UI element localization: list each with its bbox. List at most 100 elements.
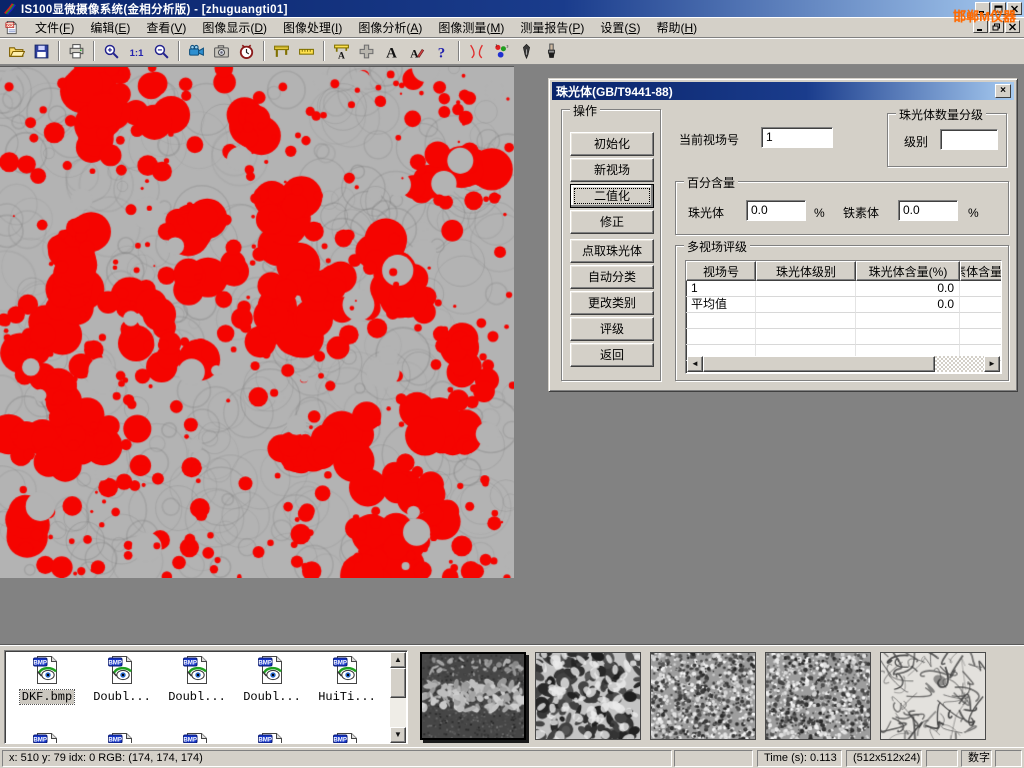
column-header-1[interactable]: 视场号: [686, 261, 756, 281]
hscroll-track[interactable]: [935, 356, 984, 372]
pen-button[interactable]: [514, 40, 539, 63]
multifield-table[interactable]: 视场号珠光体级别珠光体含量(%)铁素体含量(%) 10.0平均值0.0 ◄ ►: [685, 260, 1002, 374]
thumb-2[interactable]: [535, 652, 641, 740]
help-button[interactable]: ?: [429, 40, 454, 63]
svg-text:BMP: BMP: [33, 659, 47, 666]
dialog-title-bar[interactable]: 珠光体(GB/T9441-88) ×: [552, 82, 1014, 100]
bottom-panel: ▲ ▼ BMPDKF.bmpBMPDoubl...BMPDoubl...BMPD…: [0, 645, 1024, 747]
file-label[interactable]: Doubl...: [241, 690, 303, 704]
grid-cross-button[interactable]: [354, 40, 379, 63]
pearlite-percent-label: 珠光体: [688, 204, 724, 221]
table-row[interactable]: [686, 313, 1001, 329]
cell-r1c2: [756, 281, 856, 297]
toolbar-separator: [323, 41, 325, 61]
file-item-Doubl...[interactable]: BMPDoubl...: [86, 654, 158, 704]
menu-图像显示D[interactable]: 图像显示(D): [194, 17, 275, 38]
vscroll-thumb[interactable]: [390, 668, 406, 698]
brush-button[interactable]: [539, 40, 564, 63]
camera-button[interactable]: [209, 40, 234, 63]
op-button-4[interactable]: 修正: [570, 210, 654, 234]
menu-测量报告P[interactable]: 测量报告(P): [512, 17, 592, 38]
scroll-left-button[interactable]: ◄: [687, 356, 703, 372]
menu-文件F[interactable]: 文件(F): [27, 17, 82, 38]
op-button-1[interactable]: 初始化: [570, 132, 654, 156]
grid-cross-icon: [358, 43, 375, 60]
classify-button[interactable]: 13: [489, 40, 514, 63]
zoom-in-button[interactable]: [99, 40, 124, 63]
text-icon: A: [383, 43, 400, 60]
op-button-5[interactable]: 点取珠光体: [570, 239, 654, 263]
current-field-label: 当前视场号: [679, 131, 739, 148]
scroll-up-button[interactable]: ▲: [390, 652, 406, 668]
op-button-7[interactable]: 更改类别: [570, 291, 654, 315]
file-label[interactable]: DKF.bmp: [20, 690, 74, 704]
dialog-close-button[interactable]: ×: [995, 84, 1011, 98]
zoom-out-button[interactable]: [149, 40, 174, 63]
text-button[interactable]: A: [379, 40, 404, 63]
pearlite-percent-input[interactable]: 0.0: [746, 200, 806, 221]
file-label[interactable]: HuiTi...: [316, 690, 378, 704]
table-row[interactable]: 平均值0.0: [686, 297, 1001, 313]
op-button-8[interactable]: 评级: [570, 317, 654, 341]
op-button-3[interactable]: 二值化: [570, 184, 654, 208]
operation-group-label: 操作: [570, 102, 600, 119]
annotate-icon: A: [408, 43, 425, 60]
current-field-input[interactable]: 1: [761, 127, 833, 148]
hscroll-thumb[interactable]: [703, 356, 935, 372]
file-item-partial[interactable]: BMP: [311, 731, 383, 744]
caliper-button[interactable]: [269, 40, 294, 63]
file-item-partial[interactable]: BMP: [236, 731, 308, 744]
cell-r4c2: [756, 329, 856, 345]
grade-level-input[interactable]: [940, 129, 998, 150]
spline-button[interactable]: [464, 40, 489, 63]
toolbar: 1:1AAA?13: [0, 38, 1024, 65]
measure-text-button[interactable]: A: [329, 40, 354, 63]
file-item-partial[interactable]: BMP: [161, 731, 233, 744]
file-label[interactable]: Doubl...: [91, 690, 153, 704]
ruler-button[interactable]: [294, 40, 319, 63]
thumb-4[interactable]: [765, 652, 871, 740]
ferrite-percent-input[interactable]: 0.0: [898, 200, 958, 221]
svg-text:A: A: [338, 50, 345, 60]
column-header-2[interactable]: 珠光体级别: [756, 261, 856, 281]
table-row[interactable]: [686, 329, 1001, 345]
file-item-partial[interactable]: BMP: [86, 731, 158, 744]
menu-图像处理I[interactable]: 图像处理(I): [275, 17, 350, 38]
cell-r3c2: [756, 313, 856, 329]
file-item-Doubl...[interactable]: BMPDoubl...: [161, 654, 233, 704]
op-button-6[interactable]: 自动分类: [570, 265, 654, 289]
print-button[interactable]: [64, 40, 89, 63]
actual-size-button[interactable]: 1:1: [124, 40, 149, 63]
svg-text:A: A: [410, 47, 419, 60]
thumb-3[interactable]: [650, 652, 756, 740]
column-header-3[interactable]: 珠光体含量(%): [856, 261, 960, 281]
scroll-right-button[interactable]: ►: [984, 356, 1000, 372]
file-item-Doubl...[interactable]: BMPDoubl...: [236, 654, 308, 704]
save-button[interactable]: [29, 40, 54, 63]
open-button[interactable]: [4, 40, 29, 63]
file-item-DKF.bmp[interactable]: BMP DKF.bmp: [11, 654, 83, 704]
scroll-down-button[interactable]: ▼: [390, 727, 406, 743]
op-button-9[interactable]: 返回: [570, 343, 654, 367]
file-list-vscrollbar[interactable]: ▲ ▼: [390, 652, 406, 743]
column-header-4[interactable]: 铁素体含量(%): [960, 261, 1002, 281]
menu-图像测量M[interactable]: 图像测量(M): [430, 17, 512, 38]
micrograph-image[interactable]: [0, 66, 514, 578]
menu-设置S[interactable]: 设置(S): [592, 17, 648, 38]
file-item-partial[interactable]: BMP: [11, 731, 83, 744]
toolbar-separator: [458, 41, 460, 61]
thumb-5[interactable]: [880, 652, 986, 740]
op-button-2[interactable]: 新视场: [570, 158, 654, 182]
menu-查看V[interactable]: 查看(V): [138, 17, 194, 38]
menu-帮助H[interactable]: 帮助(H): [648, 17, 705, 38]
menu-编辑E[interactable]: 编辑(E): [82, 17, 138, 38]
timer-button[interactable]: [234, 40, 259, 63]
thumb-1[interactable]: [420, 652, 526, 740]
file-item-HuiTi...[interactable]: BMPHuiTi...: [311, 654, 383, 704]
video-camera-button[interactable]: [184, 40, 209, 63]
annotate-button[interactable]: A: [404, 40, 429, 63]
table-row[interactable]: 10.0: [686, 281, 1001, 297]
menu-图像分析A[interactable]: 图像分析(A): [350, 17, 430, 38]
table-hscrollbar[interactable]: ◄ ►: [687, 356, 1000, 372]
file-label[interactable]: Doubl...: [166, 690, 228, 704]
